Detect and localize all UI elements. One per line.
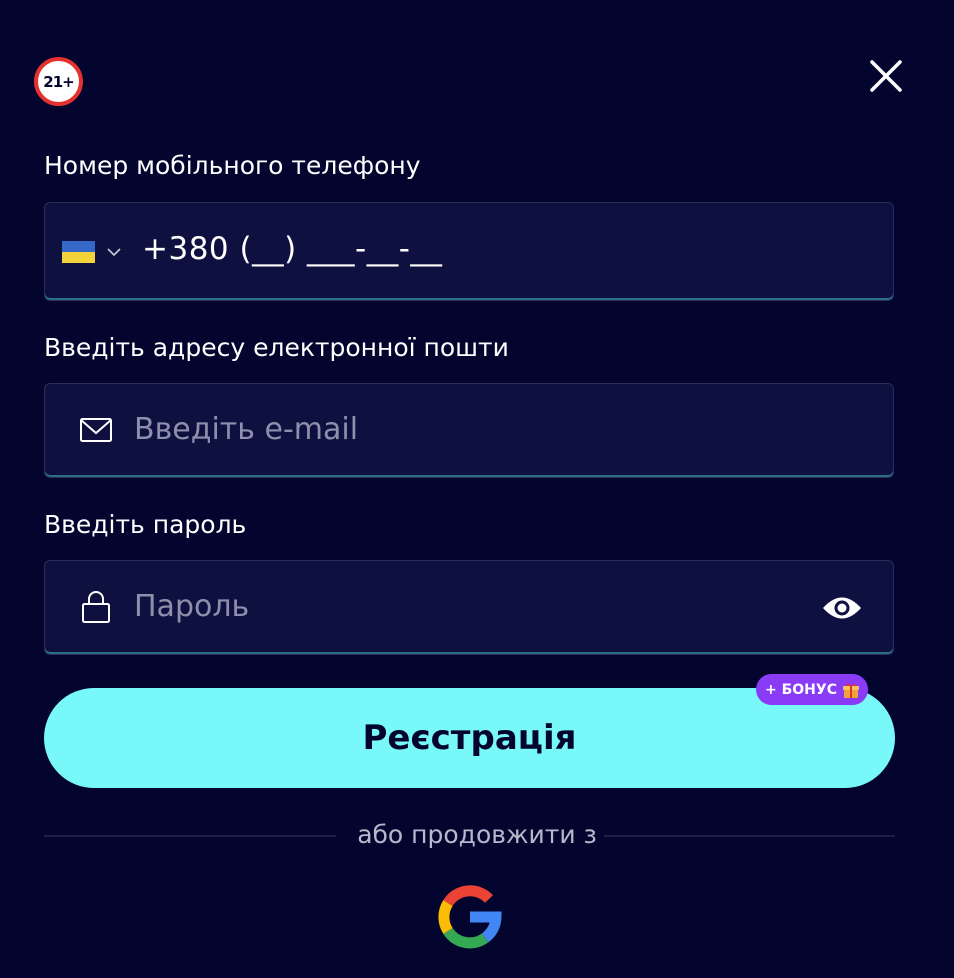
password-field[interactable]: Пароль: [44, 560, 894, 655]
password-label: Введіть пароль: [44, 510, 247, 539]
age-restriction-badge: 21+: [34, 57, 83, 106]
google-login-button[interactable]: [437, 884, 503, 950]
email-label: Введіть адресу електронної пошти: [44, 333, 509, 362]
bonus-badge: + БОНУС: [756, 674, 868, 705]
chevron-down-icon[interactable]: [105, 243, 123, 261]
email-field[interactable]: Введіть e-mail: [44, 383, 894, 478]
phone-label: Номер мобільного телефону: [44, 151, 421, 180]
mail-icon: [80, 418, 112, 442]
register-button-label: Реєстрація: [362, 718, 577, 758]
password-input[interactable]: Пароль: [134, 589, 249, 624]
flag-ukraine-icon[interactable]: [62, 241, 95, 263]
eye-icon[interactable]: [821, 593, 863, 623]
phone-input[interactable]: +380 (__) ___-__-__: [142, 231, 442, 267]
close-button[interactable]: [866, 56, 906, 96]
phone-field[interactable]: +380 (__) ___-__-__: [44, 202, 894, 301]
bonus-badge-label: + БОНУС: [765, 681, 837, 698]
close-icon: [870, 60, 902, 92]
lock-icon: [82, 591, 110, 623]
google-icon: [438, 885, 502, 949]
gift-icon: [842, 683, 859, 698]
divider-text: або продовжити з: [357, 820, 597, 849]
email-input[interactable]: Введіть e-mail: [134, 412, 358, 447]
